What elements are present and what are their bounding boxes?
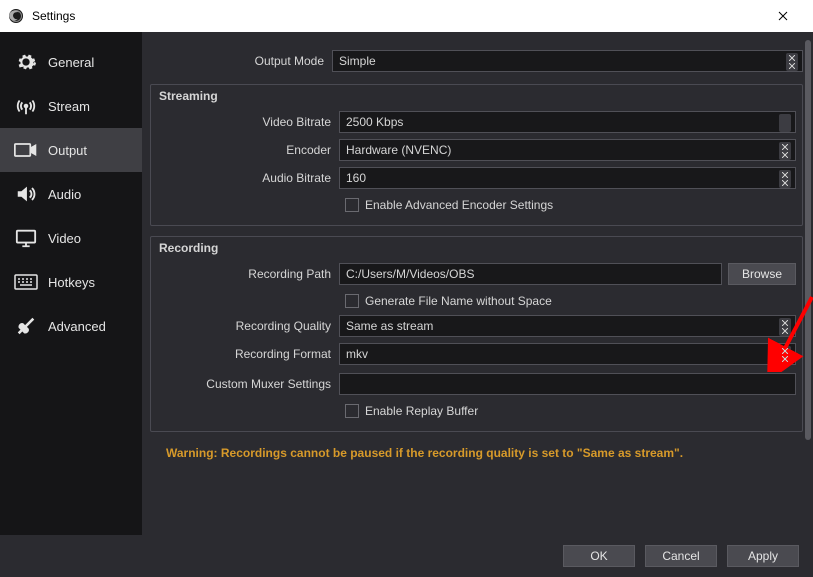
obs-icon	[8, 8, 24, 24]
recording-quality-dropdown[interactable]: Same as stream	[339, 315, 796, 337]
window-title: Settings	[32, 9, 75, 23]
replay-buffer-row[interactable]: Enable Replay Buffer	[345, 399, 796, 423]
ok-button[interactable]: OK	[563, 545, 635, 567]
antenna-icon	[14, 94, 38, 118]
sidebar-item-label: Hotkeys	[48, 275, 95, 290]
scrollbar[interactable]	[805, 40, 811, 440]
warning-text: Warning: Recordings cannot be paused if …	[166, 446, 803, 460]
recording-quality-label: Recording Quality	[157, 319, 339, 333]
browse-button[interactable]: Browse	[728, 263, 796, 285]
sidebar-item-video[interactable]: Video	[0, 216, 142, 260]
recording-path-label: Recording Path	[157, 267, 339, 281]
client-area: General Stream Output	[0, 32, 813, 577]
output-mode-dropdown[interactable]: Simple	[332, 50, 803, 72]
advanced-encoder-checkbox[interactable]	[345, 198, 359, 212]
sidebar-item-label: General	[48, 55, 94, 70]
gen-filename-checkbox[interactable]	[345, 294, 359, 308]
monitor-icon	[14, 226, 38, 250]
recording-format-dropdown[interactable]: mkv	[339, 343, 796, 365]
replay-buffer-label: Enable Replay Buffer	[365, 404, 478, 418]
tools-icon	[14, 314, 38, 338]
muxer-label: Custom Muxer Settings	[157, 377, 339, 391]
streaming-group: Streaming Video Bitrate 2500 Kbps Encode…	[150, 84, 803, 226]
recording-title: Recording	[159, 241, 796, 255]
sidebar-item-audio[interactable]: Audio	[0, 172, 142, 216]
settings-window: Settings General Stream	[0, 0, 813, 577]
sidebar-item-hotkeys[interactable]: Hotkeys	[0, 260, 142, 304]
streaming-title: Streaming	[159, 89, 796, 103]
sidebar-item-advanced[interactable]: Advanced	[0, 304, 142, 348]
video-bitrate-label: Video Bitrate	[157, 115, 339, 129]
content: Output Mode Simple Streaming Video Bitra…	[142, 32, 813, 535]
replay-buffer-checkbox[interactable]	[345, 404, 359, 418]
gen-filename-row[interactable]: Generate File Name without Space	[345, 289, 796, 313]
sidebar-item-label: Advanced	[48, 319, 106, 334]
gen-filename-label: Generate File Name without Space	[365, 294, 552, 308]
output-mode-label: Output Mode	[150, 54, 332, 68]
body: General Stream Output	[0, 32, 813, 535]
keyboard-icon	[14, 270, 38, 294]
output-mode-value: Simple	[339, 54, 376, 68]
encoder-dropdown[interactable]: Hardware (NVENC)	[339, 139, 796, 161]
audio-bitrate-label: Audio Bitrate	[157, 171, 339, 185]
video-bitrate-input[interactable]: 2500 Kbps	[339, 111, 796, 133]
sidebar-item-stream[interactable]: Stream	[0, 84, 142, 128]
recording-path-input[interactable]: C:/Users/M/Videos/OBS	[339, 263, 722, 285]
sidebar-item-label: Stream	[48, 99, 90, 114]
titlebar: Settings	[0, 0, 813, 32]
recording-group: Recording Recording Path C:/Users/M/Vide…	[150, 236, 803, 432]
speaker-icon	[14, 182, 38, 206]
cancel-button[interactable]: Cancel	[645, 545, 717, 567]
sidebar: General Stream Output	[0, 32, 142, 535]
apply-button[interactable]: Apply	[727, 545, 799, 567]
sidebar-item-output[interactable]: Output	[0, 128, 142, 172]
sidebar-item-label: Output	[48, 143, 87, 158]
sidebar-item-label: Video	[48, 231, 81, 246]
audio-bitrate-dropdown[interactable]: 160	[339, 167, 796, 189]
advanced-encoder-row[interactable]: Enable Advanced Encoder Settings	[345, 193, 796, 217]
output-icon	[14, 138, 38, 162]
encoder-label: Encoder	[157, 143, 339, 157]
close-button[interactable]	[761, 0, 805, 32]
footer: OK Cancel Apply	[0, 535, 813, 577]
gear-icon	[14, 50, 38, 74]
sidebar-item-general[interactable]: General	[0, 40, 142, 84]
recording-format-label: Recording Format	[157, 347, 339, 361]
muxer-input[interactable]	[339, 373, 796, 395]
sidebar-item-label: Audio	[48, 187, 81, 202]
output-mode-row: Output Mode Simple	[150, 48, 803, 74]
advanced-encoder-label: Enable Advanced Encoder Settings	[365, 198, 553, 212]
